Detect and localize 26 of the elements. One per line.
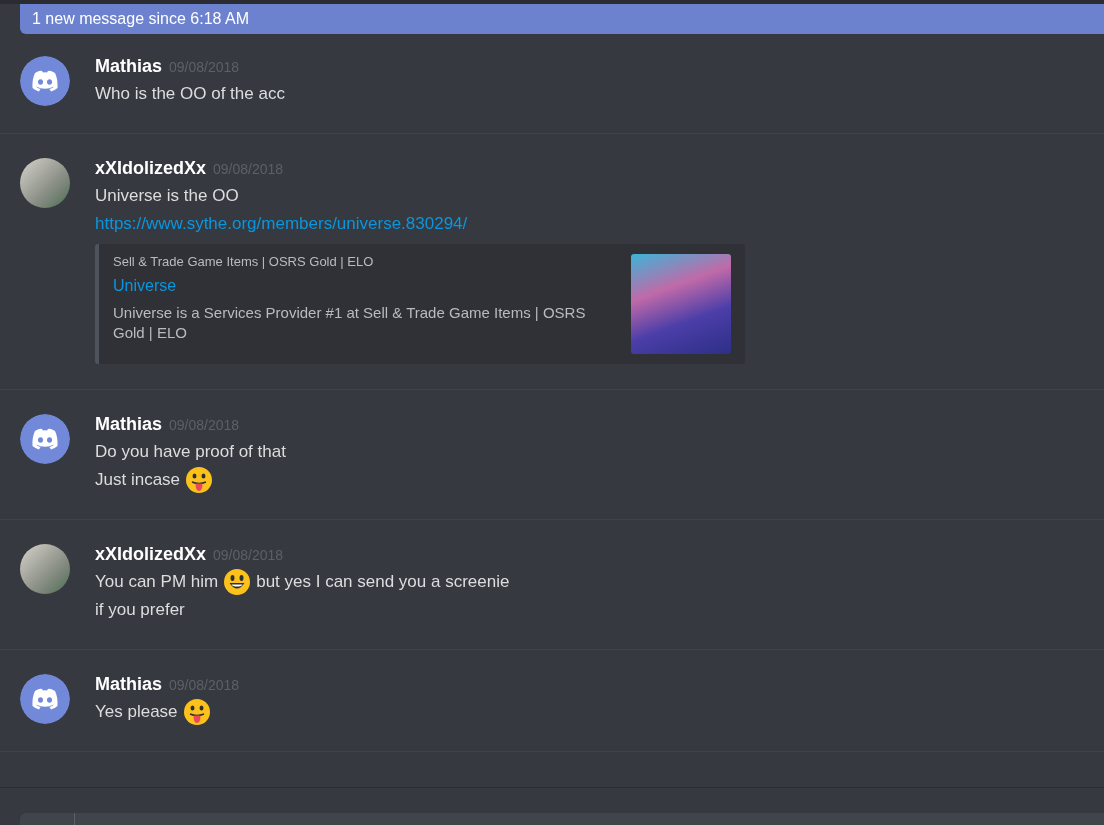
discord-logo-avatar-icon[interactable] xyxy=(20,56,70,106)
discord-logo-avatar-icon[interactable] xyxy=(20,674,70,724)
username[interactable]: Mathias xyxy=(95,674,163,695)
message-text: Just incase xyxy=(95,470,181,490)
username[interactable]: xXIdolizedXx xyxy=(95,158,207,179)
embed-title-link[interactable]: Universe xyxy=(113,277,591,295)
message-text: Who is the OO of the acc xyxy=(95,84,285,104)
message-text: if you prefer xyxy=(95,600,185,620)
tongue-face-icon xyxy=(185,466,214,494)
embed-description: Universe is a Services Provider #1 at Sell & Trade Game Items | OSRS Gold | ELO xyxy=(113,303,587,343)
message-text: Universe is the OO xyxy=(95,186,239,206)
tongue-face-icon xyxy=(182,698,211,726)
new-messages-bar[interactable]: 1 new message since 6:18 AM xyxy=(20,4,1104,34)
embed-provider: Sell & Trade Game Items | OSRS Gold | ELO xyxy=(113,254,375,269)
message-text: Yes please xyxy=(95,702,178,722)
username[interactable]: Mathias xyxy=(95,414,163,435)
username[interactable]: xXIdolizedXx xyxy=(95,544,207,565)
discord-logo-avatar-icon[interactable] xyxy=(20,414,70,464)
smiley-icon xyxy=(223,568,252,596)
message-text: You can PM him xyxy=(95,572,219,592)
message-text: Do you have proof of that xyxy=(95,442,286,462)
message-text: but yes I can send you a screenie xyxy=(256,572,510,592)
message-link[interactable]: https://www.sythe.org/members/universe.830294/ xyxy=(95,214,468,234)
username[interactable]: Mathias xyxy=(95,56,163,77)
avatar-photo-placeholder[interactable] xyxy=(20,544,70,594)
avatar-photo-placeholder[interactable] xyxy=(20,158,70,208)
